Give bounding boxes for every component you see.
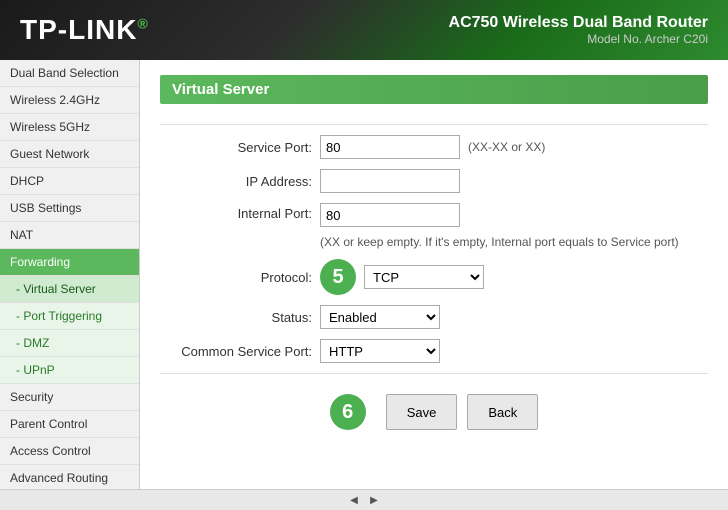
save-button[interactable]: Save: [386, 394, 458, 430]
step5-circle: 5: [320, 259, 356, 295]
sidebar-item-guest-network[interactable]: Guest Network: [0, 141, 139, 168]
logo: TP-LINK®: [20, 14, 149, 46]
divider-top: [160, 124, 708, 125]
sidebar-item-dhcp[interactable]: DHCP: [0, 168, 139, 195]
sidebar-item-port-triggering[interactable]: - Port Triggering: [0, 303, 139, 330]
service-port-input[interactable]: [320, 135, 460, 159]
protocol-label: Protocol:: [160, 270, 320, 285]
router-info: AC750 Wireless Dual Band Router Model No…: [449, 14, 708, 46]
sidebar-item-wireless-5[interactable]: Wireless 5GHz: [0, 114, 139, 141]
sidebar-item-upnp[interactable]: - UPnP: [0, 357, 139, 384]
common-service-port-input-group: HTTP FTP HTTPS DNS SMTP POP3 TELNET: [320, 339, 708, 363]
sidebar-item-forwarding[interactable]: Forwarding: [0, 249, 139, 276]
common-service-port-label: Common Service Port:: [160, 344, 320, 359]
status-input-group: Enabled Disabled: [320, 305, 708, 329]
ip-address-input[interactable]: [320, 169, 460, 193]
protocol-input-group: 5 TCP UDP ALL: [320, 259, 708, 295]
button-row: 6 Save Back: [160, 394, 708, 430]
status-row: Status: Enabled Disabled: [160, 305, 708, 329]
sidebar-item-usb-settings[interactable]: USB Settings: [0, 195, 139, 222]
sidebar-item-dual-band[interactable]: Dual Band Selection: [0, 60, 139, 87]
ip-address-input-group: [320, 169, 708, 193]
internal-port-row: Internal Port: (XX or keep empty. If it'…: [160, 203, 708, 249]
protocol-select[interactable]: TCP UDP ALL: [364, 265, 484, 289]
content-area: Virtual Server Service Port: (XX-XX or X…: [140, 60, 728, 489]
status-label: Status:: [160, 310, 320, 325]
common-service-port-row: Common Service Port: HTTP FTP HTTPS DNS …: [160, 339, 708, 363]
service-port-hint: (XX-XX or XX): [468, 140, 545, 154]
step6-circle: 6: [330, 394, 366, 430]
nav-left-arrow[interactable]: ◀: [344, 492, 364, 508]
header: TP-LINK® AC750 Wireless Dual Band Router…: [0, 0, 728, 60]
service-port-row: Service Port: (XX-XX or XX): [160, 135, 708, 159]
internal-port-hint: (XX or keep empty. If it's empty, Intern…: [320, 235, 679, 249]
sidebar: Dual Band Selection Wireless 2.4GHz Wire…: [0, 60, 140, 489]
internal-port-input-group: (XX or keep empty. If it's empty, Intern…: [320, 203, 708, 249]
nav-right-arrow[interactable]: ▶: [364, 492, 384, 508]
divider-bottom: [160, 373, 708, 374]
sidebar-item-security[interactable]: Security: [0, 384, 139, 411]
protocol-row: Protocol: 5 TCP UDP ALL: [160, 259, 708, 295]
model-number: Model No. Archer C20i: [449, 32, 708, 46]
internal-port-input[interactable]: [320, 203, 460, 227]
main-layout: Dual Band Selection Wireless 2.4GHz Wire…: [0, 60, 728, 489]
common-service-port-select[interactable]: HTTP FTP HTTPS DNS SMTP POP3 TELNET: [320, 339, 440, 363]
sidebar-item-virtual-server[interactable]: - Virtual Server: [0, 276, 139, 303]
status-select[interactable]: Enabled Disabled: [320, 305, 440, 329]
sidebar-item-access-control[interactable]: Access Control: [0, 438, 139, 465]
bottom-nav: ◀ ▶: [0, 489, 728, 510]
router-name: AC750 Wireless Dual Band Router: [449, 14, 708, 32]
ip-address-label: IP Address:: [160, 174, 320, 189]
sidebar-item-nat[interactable]: NAT: [0, 222, 139, 249]
sidebar-item-parent-control[interactable]: Parent Control: [0, 411, 139, 438]
sidebar-item-dmz[interactable]: - DMZ: [0, 330, 139, 357]
sidebar-item-advanced-routing[interactable]: Advanced Routing: [0, 465, 139, 489]
ip-address-row: IP Address:: [160, 169, 708, 193]
internal-port-label: Internal Port:: [160, 203, 320, 221]
page-title: Virtual Server: [160, 75, 708, 104]
sidebar-item-wireless-24[interactable]: Wireless 2.4GHz: [0, 87, 139, 114]
back-button[interactable]: Back: [467, 394, 538, 430]
service-port-label: Service Port:: [160, 140, 320, 155]
service-port-input-group: (XX-XX or XX): [320, 135, 708, 159]
